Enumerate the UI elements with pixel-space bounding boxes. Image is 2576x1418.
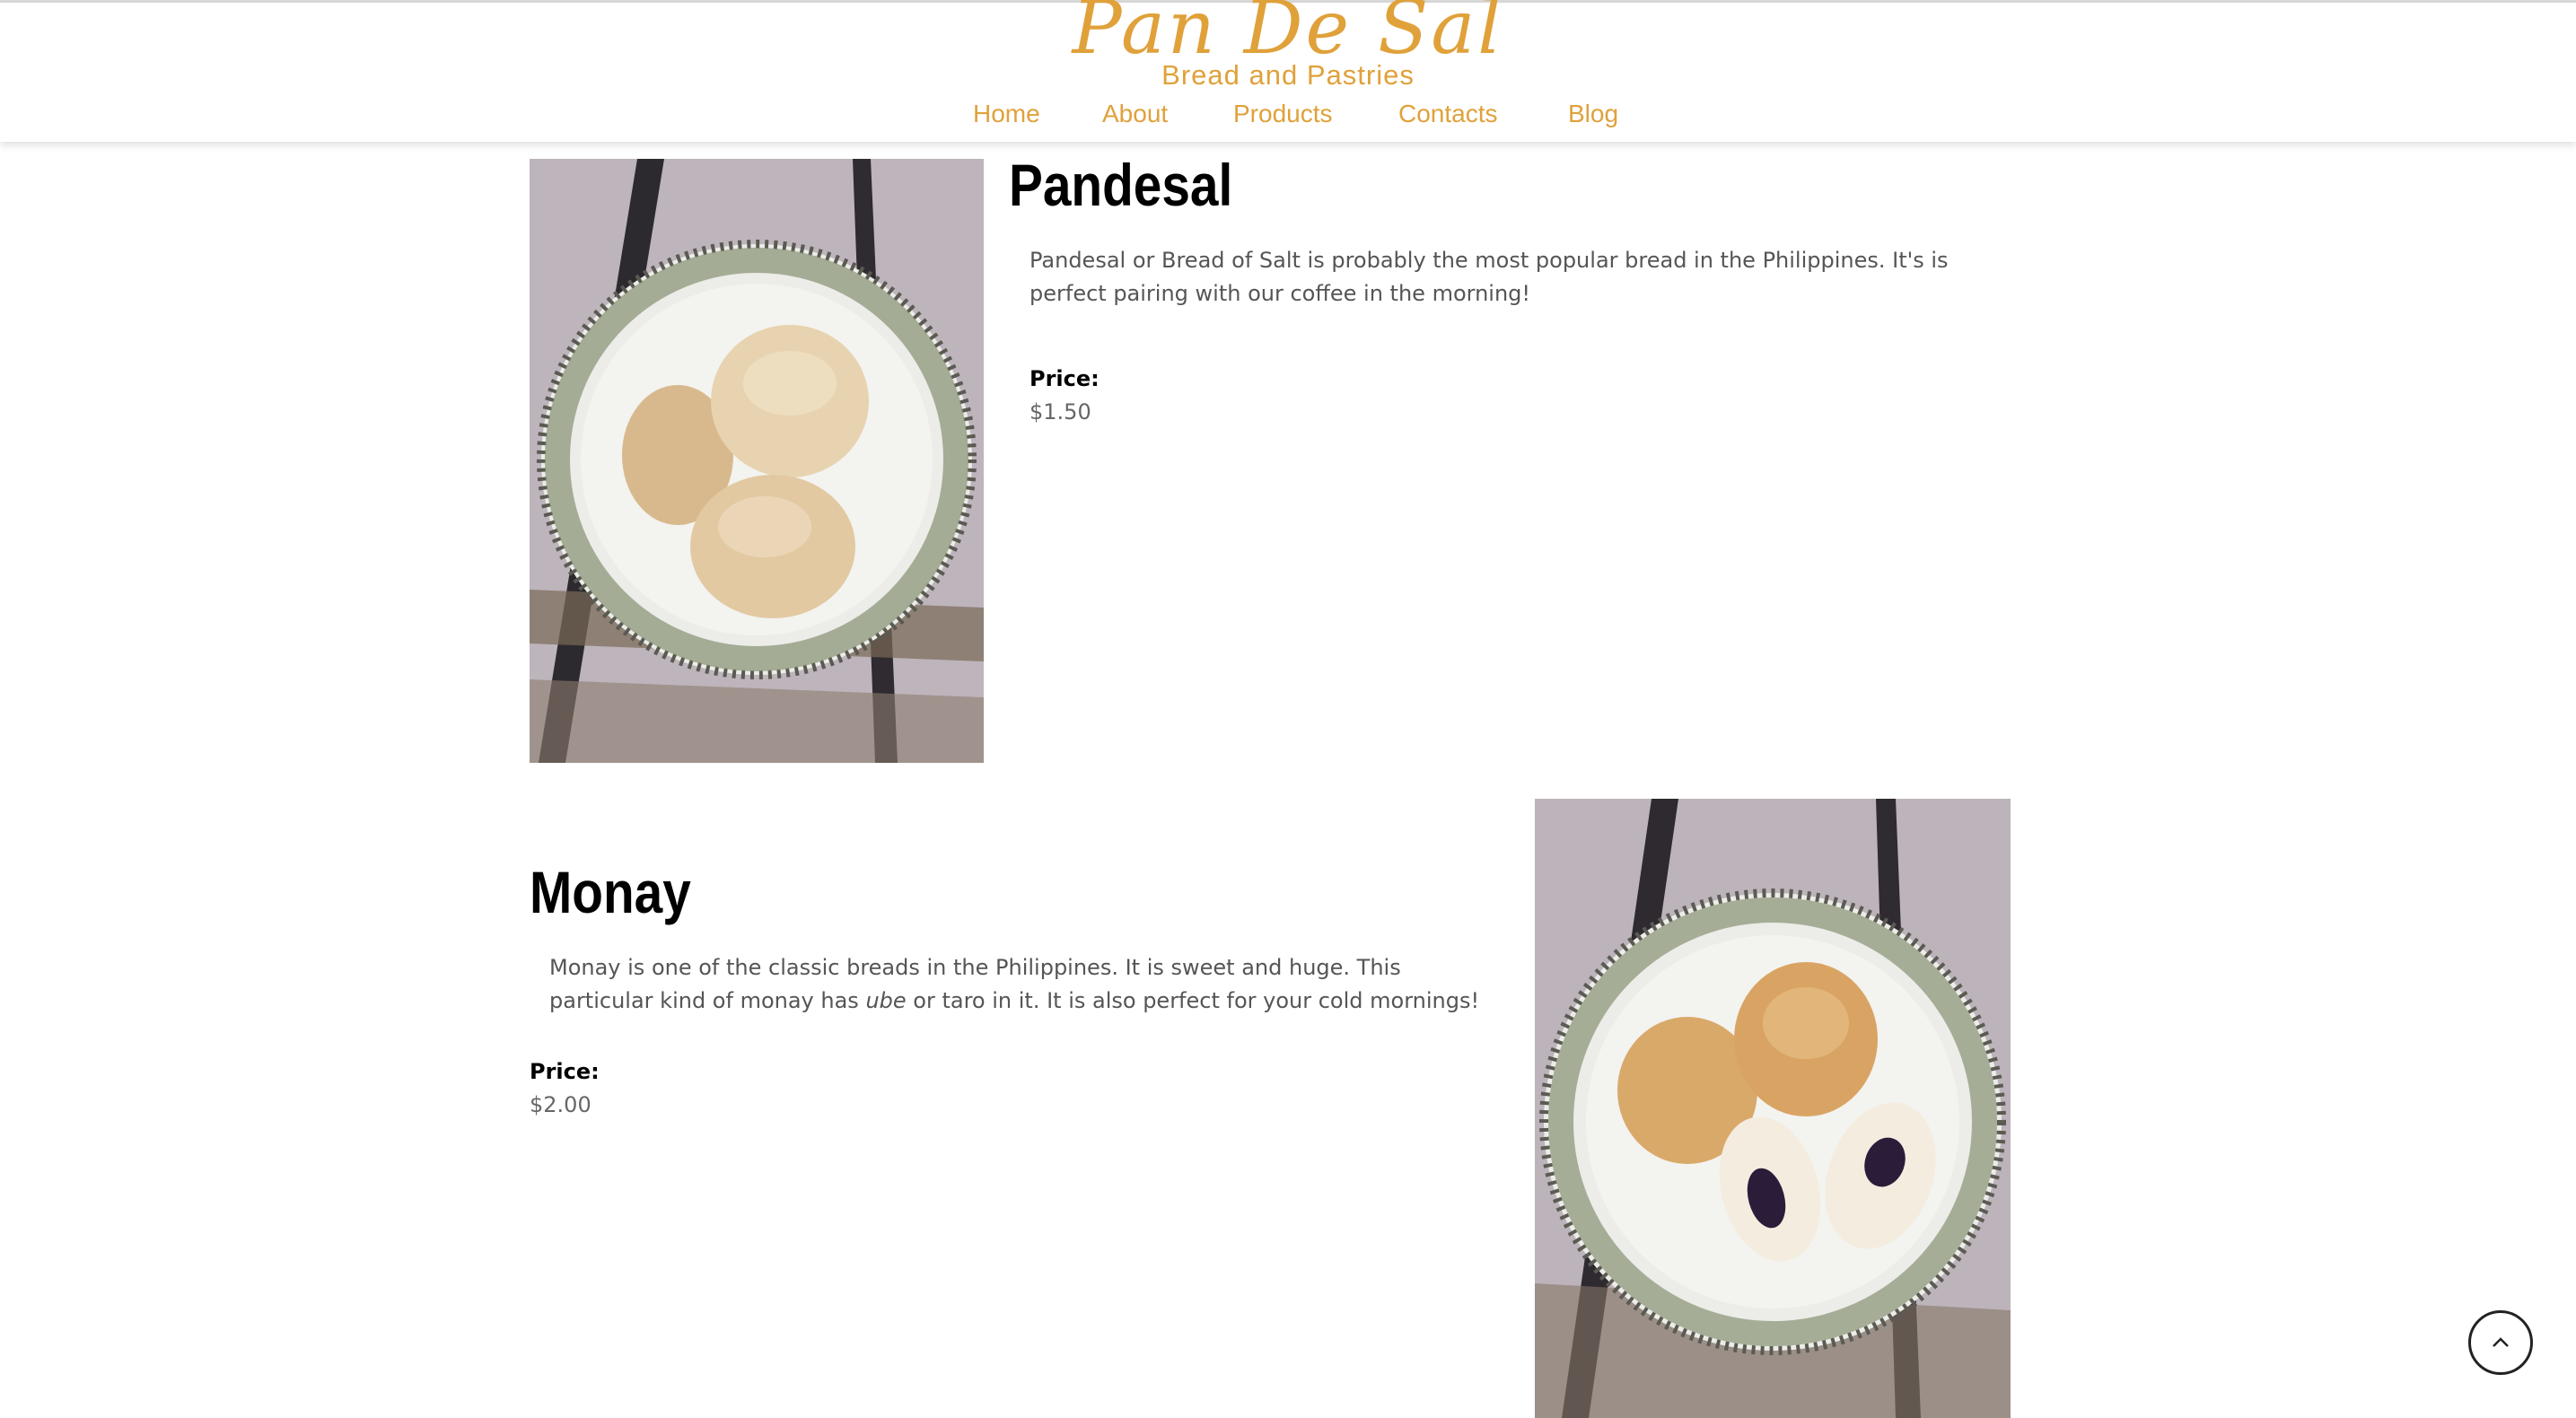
site-header: Pan De Sal Bread and Pastries Home About… [0, 0, 2576, 142]
nav-about[interactable]: About [1102, 96, 1168, 132]
nav-contacts[interactable]: Contacts [1398, 96, 1498, 132]
product-price-pandesal: Price: $1.50 [1030, 363, 1100, 429]
price-value: $2.00 [530, 1092, 591, 1117]
site-logo-title[interactable]: Pan De Sal [0, 0, 2576, 67]
chevron-up-icon [2493, 1337, 2509, 1347]
description-italic-ube: ube [865, 988, 907, 1013]
price-label: Price: [530, 1059, 600, 1084]
price-label: Price: [1030, 366, 1100, 391]
nav-products[interactable]: Products [1233, 96, 1333, 132]
product-description-pandesal: Pandesal or Bread of Salt is probably th… [1030, 248, 1949, 306]
product-title-pandesal: Pandesal [1009, 152, 1233, 218]
nav-blog[interactable]: Blog [1568, 96, 1618, 132]
scroll-to-top-button[interactable] [2468, 1310, 2533, 1375]
nav-home[interactable]: Home [973, 96, 1040, 132]
description-text-after: or taro in it. It is also perfect for yo… [906, 988, 1480, 1013]
product-description-monay: Monay is one of the classic breads in th… [549, 951, 1501, 1018]
site-logo-subtitle: Bread and Pastries [1161, 59, 1415, 91]
product-price-monay: Price: $2.00 [530, 1055, 600, 1122]
price-value: $1.50 [1030, 399, 1091, 425]
plate-of-monay-image [1535, 799, 2011, 1418]
product-title-monay: Monay [530, 859, 691, 925]
main-navigation: Home About Products Contacts Blog [0, 96, 2576, 132]
plate-of-bread-image [530, 159, 984, 763]
